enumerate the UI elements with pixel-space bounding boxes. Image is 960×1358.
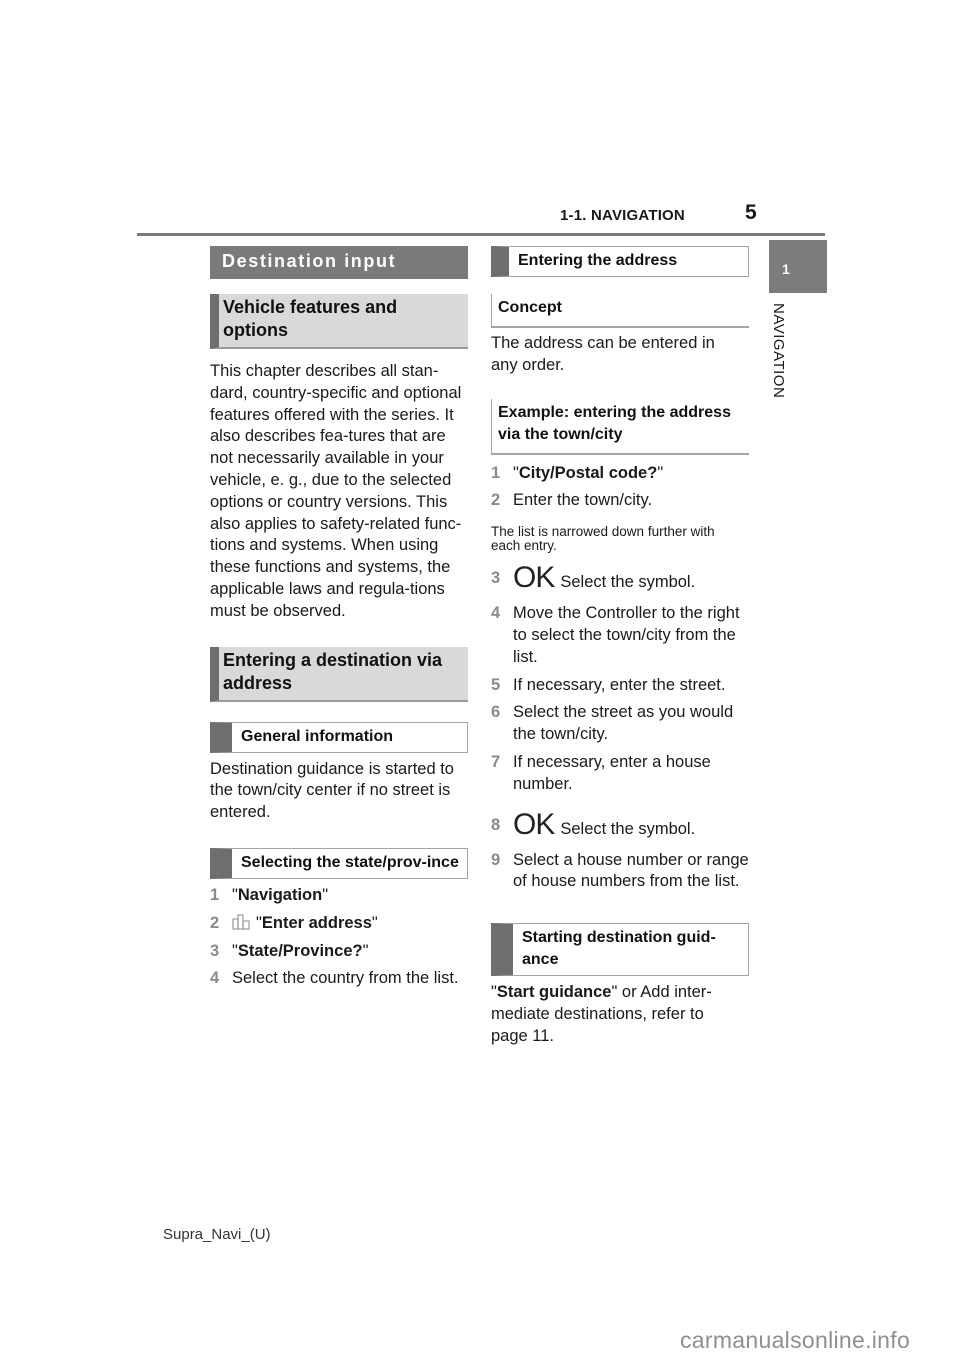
menu-item-label: State/Province? xyxy=(237,941,363,960)
starting-guidance-heading: Starting destination guid-ance xyxy=(491,923,749,977)
step-number: 9 xyxy=(491,850,501,869)
header-rule xyxy=(137,233,825,236)
concept-body: The address can be entered in any order. xyxy=(491,334,715,374)
step-item: 2 Enter the town/city. xyxy=(491,490,749,512)
ok-symbol-icon: OK xyxy=(513,561,555,595)
chapter-tab[interactable]: 1 xyxy=(769,240,827,293)
menu-item-label: Navigation xyxy=(237,885,323,904)
step-number: 4 xyxy=(491,604,501,623)
step-item: 2 "Enter address" xyxy=(210,913,468,935)
chapter-name: NAVIGATION xyxy=(770,303,787,399)
step-text: Move the Controller to the right to sele… xyxy=(513,603,749,668)
chapter-number: 1 xyxy=(782,261,790,277)
step-number: 2 xyxy=(491,491,501,510)
step-item: 7 If necessary, enter a house number. xyxy=(491,752,749,796)
step-item: 1 "Navigation" xyxy=(210,885,468,907)
section-title: 1-1. NAVIGATION xyxy=(560,207,685,224)
vehicle-features-heading: Vehicle features and options xyxy=(210,294,468,349)
general-information-heading: General information xyxy=(210,721,468,753)
step-text: "Navigation" xyxy=(232,885,329,904)
step-number: 1 xyxy=(210,885,220,904)
step-number: 3 xyxy=(210,941,220,960)
step-item: 6 Select the street as you would the town… xyxy=(491,702,749,746)
step-item: 3 "State/Province?" xyxy=(210,941,468,963)
concept-heading: Concept xyxy=(491,294,749,328)
start-guidance-label: Start guidance xyxy=(496,983,612,1002)
step-text: Select the street as you would the town/… xyxy=(513,702,749,746)
step-number: 2 xyxy=(210,913,220,932)
step-text: "State/Province?" xyxy=(232,941,369,960)
step-number: 1 xyxy=(491,463,501,482)
step-text: OK Select the symbol. xyxy=(513,563,695,593)
entering-destination-heading: Entering a destination via address xyxy=(210,646,468,702)
address-building-icon xyxy=(232,914,250,930)
step-text: Select a house number or range of house … xyxy=(513,850,749,894)
narrowed-note: The list is narrowed down further with e… xyxy=(491,524,715,554)
page-number: 5 xyxy=(745,201,757,224)
step-description: Select the symbol. xyxy=(560,819,696,838)
step-description: If necessary, enter the street. xyxy=(513,675,726,694)
step-number: 5 xyxy=(491,675,501,694)
step-item: 8 OK Select the symbol. xyxy=(491,807,749,841)
vehicle-features-body: This chapter describes all stan-dard, co… xyxy=(210,362,462,620)
step-item: 5 If necessary, enter the street. xyxy=(491,675,749,697)
step-number: 7 xyxy=(491,752,501,771)
step-item: 4 Select the country from the list. xyxy=(210,968,468,990)
example-steps-list: 1 "City/Postal code?" 2 Enter the town/city… xyxy=(491,463,749,513)
state-steps-list: 1 "Navigation" 2 "Enter address" 3 "State/Pro… xyxy=(210,885,468,990)
menu-item-label: Enter address xyxy=(261,913,372,932)
step-item: 9 Select a house number or range of house… xyxy=(491,850,749,894)
step-text: If necessary, enter a house number. xyxy=(513,752,749,796)
step-description: Select the symbol. xyxy=(560,573,696,592)
step-description: If necessary, enter a house number. xyxy=(513,752,711,793)
left-column: Destination input Vehicle features and o… xyxy=(210,246,468,996)
starting-guidance-body: "Start guidance" or Add inter-mediate de… xyxy=(491,983,712,1045)
step-item: 3 OK Select the symbol. xyxy=(491,563,749,593)
step-item: 4 Move the Controller to the right to sel… xyxy=(491,603,749,668)
step-description: Select the country from the list. xyxy=(232,969,459,988)
destination-input-heading: Destination input xyxy=(210,246,468,279)
step-description: Select a house number or range of house … xyxy=(513,850,749,891)
step-description: Select the street as you would the town/… xyxy=(513,703,734,744)
step-number: 3 xyxy=(491,569,501,588)
general-information-body: Destination guidance is started to the t… xyxy=(210,759,454,822)
step-text: If necessary, enter the street. xyxy=(513,675,749,697)
step-number: 6 xyxy=(491,703,501,722)
right-column: Entering the address Concept The address… xyxy=(491,246,749,1048)
step-text: Select the country from the list. xyxy=(232,968,468,990)
ok-symbol-icon: OK xyxy=(513,807,555,841)
step-number: 4 xyxy=(210,969,220,988)
example-heading: Example: entering the address via the to… xyxy=(491,398,749,455)
step-text: "City/Postal code?" xyxy=(513,463,664,482)
step-text: "Enter address" xyxy=(232,913,468,935)
chapter-side-label: NAVIGATION xyxy=(770,303,794,413)
entering-address-heading: Entering the address xyxy=(491,246,749,277)
step-number: 8 xyxy=(491,815,501,834)
step-description: Move the Controller to the right to sele… xyxy=(513,604,740,666)
step-description: Enter the town/city. xyxy=(513,491,653,510)
step-text: Enter the town/city. xyxy=(513,490,749,512)
step-text: OK Select the symbol. xyxy=(513,807,696,841)
selecting-state-heading: Selecting the state/prov-ince xyxy=(210,847,468,879)
menu-item-label: City/Postal code? xyxy=(518,463,658,482)
document-code: Supra_Navi_(U) xyxy=(163,1226,271,1243)
step-item: 1 "City/Postal code?" xyxy=(491,463,749,485)
example-steps-list-continued: 3 OK Select the symbol. 4 Move the Controlle… xyxy=(491,563,749,893)
watermark: carmanualsonline.info xyxy=(680,1327,911,1353)
